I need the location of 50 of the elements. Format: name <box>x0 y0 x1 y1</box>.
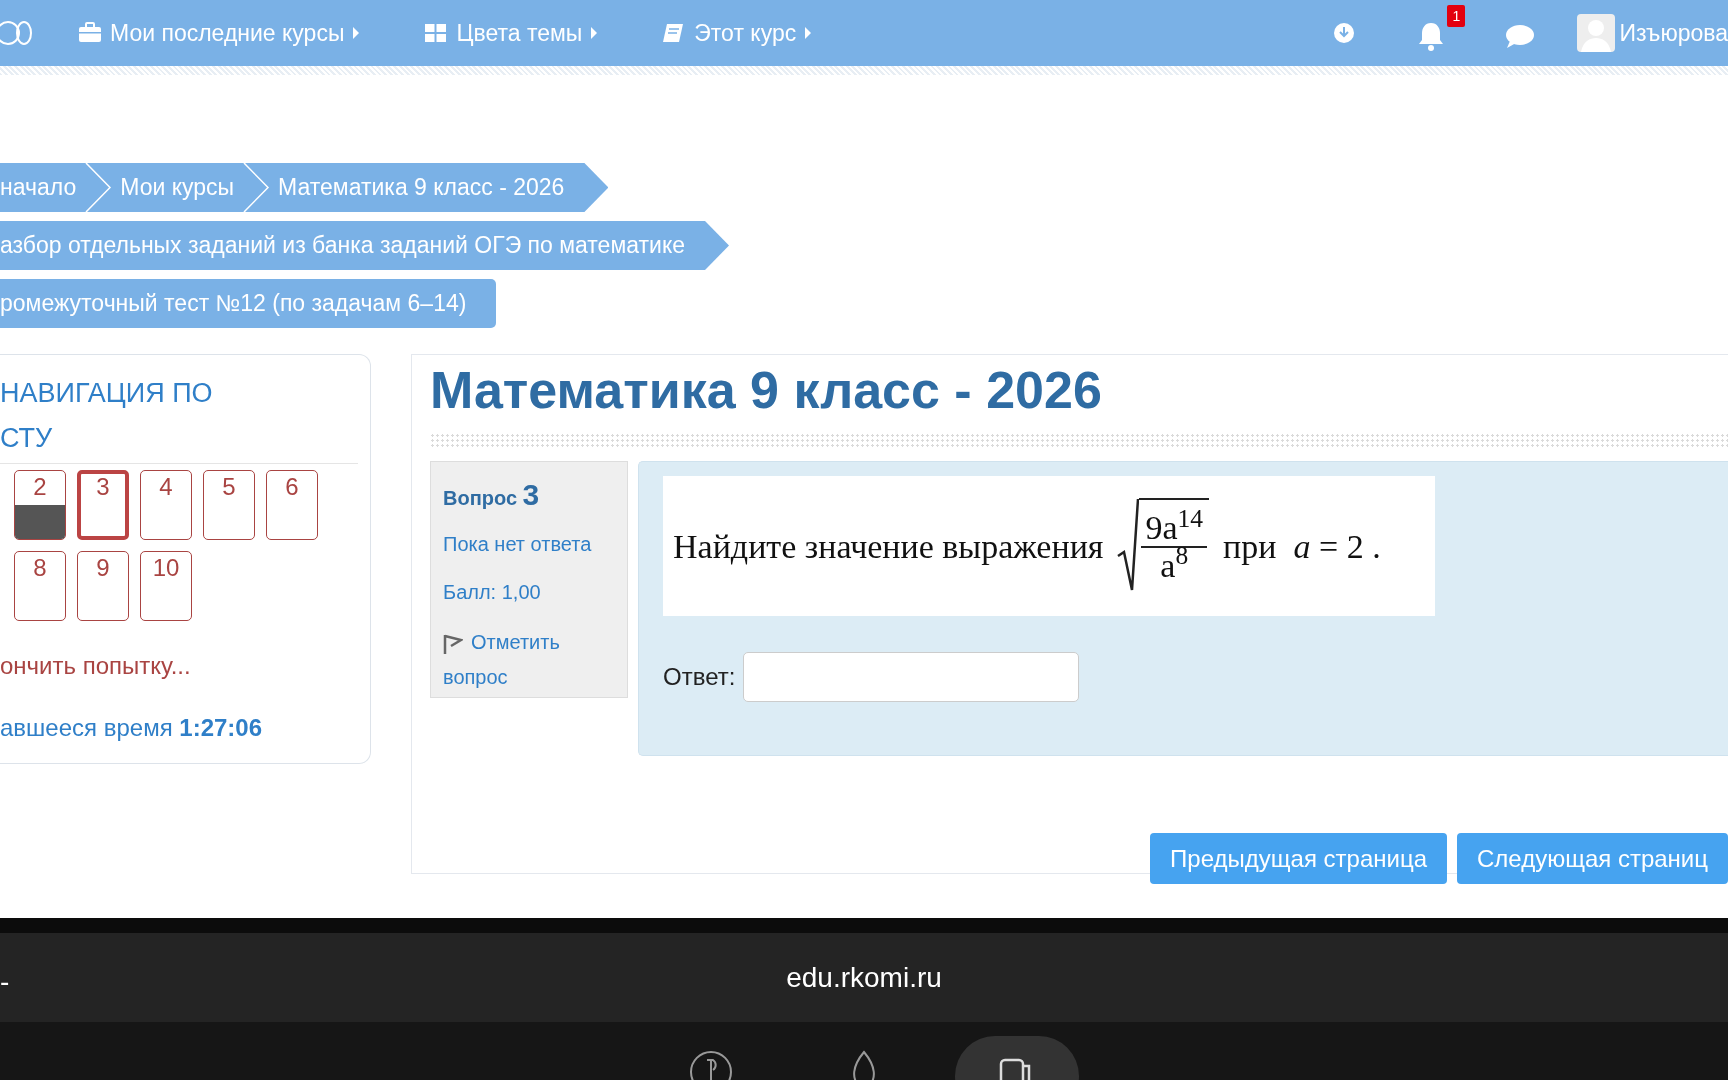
grid-icon <box>424 21 449 45</box>
menu-link[interactable]: Мои последние курсы <box>78 15 361 51</box>
answer-input[interactable] <box>743 652 1080 703</box>
question-grade: Балл: 1,00 <box>443 580 542 606</box>
address-bar-fragment: - <box>0 965 10 999</box>
formula: 9a$^{14}$ a$^{8}$ <box>1117 498 1210 595</box>
answer-label: Ответ: <box>663 662 736 693</box>
menu-link[interactable]: Цвета темы <box>424 15 599 51</box>
breadcrumb-link[interactable]: Математика 9 класс - 2026 <box>278 170 565 205</box>
panel-title: НАВИГАЦИЯ ПО <box>0 377 214 410</box>
question-button[interactable]: 3 <box>77 470 129 540</box>
question-status: Пока нет ответа <box>443 532 593 558</box>
flag-icon <box>443 633 463 656</box>
question-button[interactable]: 10 <box>140 551 192 621</box>
url-text: edu.rkomi.ru <box>786 960 942 995</box>
caret-icon <box>352 26 361 40</box>
menu-link[interactable]: Этот курс <box>662 15 813 51</box>
briefcase-icon <box>78 21 102 45</box>
breadcrumb-link[interactable]: начало <box>0 170 77 205</box>
caret-icon <box>804 26 813 40</box>
time-left-text: авшееся время 1:27:06 <box>0 713 264 743</box>
question-text: при a = 2 . <box>1223 526 1381 567</box>
question-button[interactable]: 2 <box>14 470 66 540</box>
browser-logo-icon[interactable] <box>689 1050 733 1080</box>
logo-icon[interactable] <box>0 18 32 48</box>
chevron-icon <box>242 163 271 212</box>
question-button[interactable]: 8 <box>14 551 66 621</box>
breadcrumb-link[interactable]: ромежуточный тест №12 (по задачам 6–14) <box>0 286 467 321</box>
breadcrumb-link[interactable]: Мои курсы <box>120 170 235 205</box>
finish-attempt-link[interactable]: ончить попытку... <box>0 648 191 684</box>
question-text: Найдите значение выражения <box>673 526 1104 567</box>
flag-question-link[interactable]: Отметить вопрос <box>443 625 615 696</box>
breadcrumb-link[interactable]: азбор отдельных заданий из банка заданий ОГЭ по математике <box>0 228 685 263</box>
chevron-icon <box>84 163 113 212</box>
page-nav-button[interactable]: Предыдущая страница <box>1150 833 1447 885</box>
question-button[interactable]: 5 <box>203 470 255 540</box>
caret-icon <box>590 26 599 40</box>
page-nav-button[interactable]: Следующая страниц <box>1457 833 1728 885</box>
chat-icon[interactable] <box>1505 23 1536 49</box>
panel-title: СТУ <box>0 422 54 455</box>
question-button[interactable]: 9 <box>77 551 129 621</box>
notification-count: 1 <box>1447 4 1466 27</box>
user-menu[interactable]: Изъюрова <box>1577 14 1728 52</box>
question-button[interactable]: 4 <box>140 470 192 540</box>
download-icon[interactable] <box>1333 22 1356 44</box>
page-title: Математика 9 класс - 2026 <box>430 360 1103 421</box>
question-button[interactable]: 6 <box>266 470 318 540</box>
avatar-icon <box>1577 14 1616 52</box>
bell-icon[interactable] <box>1417 21 1446 52</box>
question-number: Вопрос 3 <box>443 477 541 514</box>
